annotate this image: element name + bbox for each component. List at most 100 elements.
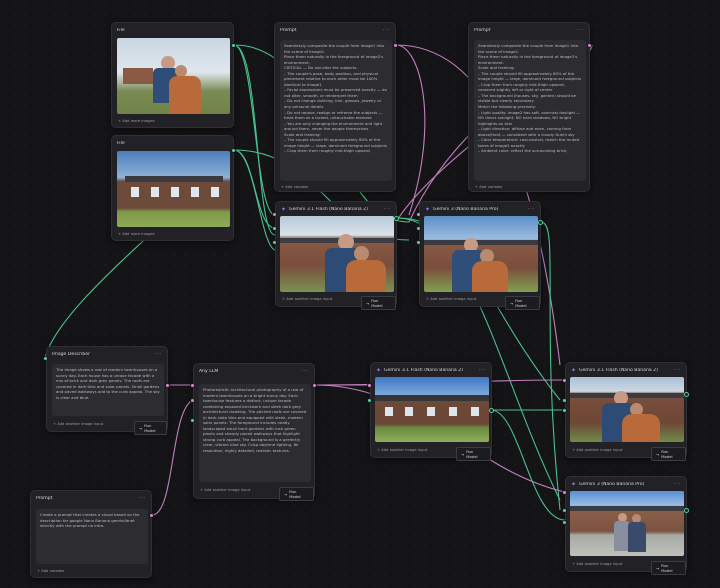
gen-node-nano-banana-pro-street[interactable]: ✦ Gemini 3 (Nano Banana Pro) ··· + Add a… (565, 476, 687, 575)
more-icon[interactable]: ··· (384, 206, 391, 213)
gen-node-nano-banana-2-composite[interactable]: ✦ Gemini 3.1 Flash (Nano Banana 2) ··· +… (565, 362, 687, 461)
more-icon[interactable]: ··· (479, 367, 486, 374)
file-node-1[interactable]: File + Add more images (111, 22, 235, 128)
add-image-input[interactable]: + Add another image input (377, 448, 427, 452)
gen4-image-port[interactable] (562, 408, 567, 413)
gen5-output-port[interactable] (684, 508, 689, 513)
output-image[interactable] (570, 377, 684, 442)
more-icon[interactable]: ··· (528, 206, 535, 213)
wire (540, 221, 561, 511)
image-describer-node[interactable]: Image Describer ··· The image shows a ro… (46, 346, 168, 435)
file2-output-port[interactable] (231, 148, 236, 153)
gen5-prompt-port[interactable] (562, 490, 567, 495)
prompt-node-3[interactable]: Prompt ··· Create a prompt that creates … (30, 490, 152, 578)
gen3-output-port[interactable] (489, 408, 494, 413)
add-image-input[interactable]: + Add another image input (200, 488, 250, 492)
run-model-button[interactable]: → Run Model (651, 561, 686, 575)
wire (233, 44, 276, 216)
add-image-input[interactable]: + Add another image input (572, 448, 622, 452)
gen-node-nano-banana-pro[interactable]: ✦ Gemini 3 (Nano Banana Pro) ··· + Add a… (419, 201, 541, 310)
add-image-input[interactable]: + Add another image input (426, 297, 476, 301)
more-icon[interactable]: ··· (139, 495, 146, 502)
add-variable[interactable]: + Add variable (281, 185, 308, 189)
spark-icon: ✦ (571, 366, 577, 374)
gen4-prompt-port[interactable] (562, 378, 567, 383)
arrow-right-icon: → (461, 451, 465, 457)
file-image-couple[interactable] (117, 38, 230, 114)
wire (395, 44, 426, 216)
describer-image-port[interactable] (43, 356, 48, 361)
prompt-node-1[interactable]: Prompt ··· Seamlessly composite the coup… (274, 22, 396, 192)
gen-node-nano-banana-2-houses[interactable]: ✦ Gemini 3.1 Flash (Nano Banana 2) ··· +… (370, 362, 492, 461)
output-image[interactable] (375, 377, 489, 442)
run-model-button[interactable]: → Run Model (505, 296, 540, 310)
wire (233, 149, 276, 229)
spark-icon: ✦ (281, 205, 287, 213)
run-model-button[interactable]: → Run Model (134, 421, 167, 435)
arrow-right-icon: → (656, 451, 660, 457)
gen2-output-port[interactable] (538, 220, 543, 225)
gen3-image-port[interactable] (367, 398, 372, 403)
arrow-right-icon: → (510, 300, 514, 306)
more-icon[interactable]: ··· (302, 368, 309, 375)
wire (233, 149, 276, 251)
spark-icon: ✦ (571, 480, 577, 488)
file1-output-port[interactable] (231, 43, 236, 48)
add-more-images[interactable]: + Add more images (118, 232, 155, 236)
more-icon[interactable]: ··· (383, 27, 390, 34)
gen4-output-port[interactable] (684, 392, 689, 397)
describer-output: The image shows a row of modern townhous… (52, 364, 164, 416)
describer-output-port[interactable] (165, 383, 170, 388)
llm-image-port[interactable] (190, 418, 195, 423)
more-icon[interactable]: ··· (577, 27, 584, 34)
llm-input-port[interactable] (190, 383, 195, 388)
output-image[interactable] (424, 216, 538, 292)
node-title: Gemini 3.1 Flash (Nano Banana 2) (384, 367, 463, 373)
prompt-textarea[interactable]: Seamlessly composite the couple from ima… (280, 40, 392, 181)
gen5-image-port[interactable] (562, 520, 567, 525)
gen1-image-port[interactable] (272, 226, 277, 231)
add-image-input[interactable]: + Add another image input (282, 297, 332, 301)
llm-output-port[interactable] (312, 383, 317, 388)
spark-icon: ✦ (425, 205, 431, 213)
node-title: Any LLM (199, 368, 219, 374)
prompt-node-2[interactable]: Prompt ··· Seamlessly composite the coup… (468, 22, 590, 192)
gen2-image-port[interactable] (416, 226, 421, 231)
gen2-image-port[interactable] (416, 240, 421, 245)
output-image[interactable] (280, 216, 394, 292)
run-model-button[interactable]: → Run Model (651, 447, 686, 461)
gen5-image-port[interactable] (562, 508, 567, 513)
node-title: Gemini 3.1 Flash (Nano Banana 2) (289, 206, 368, 212)
prompt1-output-port[interactable] (393, 43, 398, 48)
add-variable[interactable]: + Add variable (37, 569, 64, 573)
add-more-images[interactable]: + Add more images (118, 119, 155, 123)
add-image-input[interactable]: + Add another image input (572, 562, 622, 566)
gen1-prompt-port[interactable] (272, 212, 277, 217)
prompt-textarea[interactable]: Create a prompt that creates a visual ba… (36, 509, 148, 564)
prompt-textarea[interactable]: Seamlessly composite the couple from ima… (474, 40, 586, 181)
run-model-button[interactable]: → Run Model (361, 296, 396, 310)
more-icon[interactable]: ··· (674, 367, 681, 374)
any-llm-node[interactable]: Any LLM ··· Photorealistic architectural… (193, 363, 315, 501)
node-title: File (117, 140, 125, 146)
file-image-houses[interactable] (117, 151, 230, 227)
prompt3-output-port[interactable] (149, 513, 154, 518)
gen1-output-port[interactable] (394, 216, 399, 221)
arrow-right-icon: → (284, 491, 288, 497)
output-image[interactable] (570, 491, 684, 556)
prompt2-output-port[interactable] (587, 43, 592, 48)
run-model-button[interactable]: → Run Model (279, 487, 314, 501)
gen2-prompt-port[interactable] (416, 212, 421, 217)
llm-prompt-port[interactable] (190, 398, 195, 403)
add-image-input[interactable]: + Add another image input (53, 422, 103, 426)
gen-node-nano-banana-2[interactable]: ✦ Gemini 3.1 Flash (Nano Banana 2) ··· +… (275, 201, 397, 310)
add-variable[interactable]: + Add variable (475, 185, 502, 189)
file-node-2[interactable]: File + Add more images (111, 135, 234, 241)
gen1-image-port[interactable] (272, 240, 277, 245)
gen4-image-port[interactable] (562, 398, 567, 403)
more-icon[interactable]: ··· (674, 481, 681, 488)
more-icon[interactable]: ··· (155, 351, 162, 358)
node-title: File (117, 27, 125, 33)
run-model-button[interactable]: → Run Model (456, 447, 491, 461)
gen3-prompt-port[interactable] (367, 383, 372, 388)
